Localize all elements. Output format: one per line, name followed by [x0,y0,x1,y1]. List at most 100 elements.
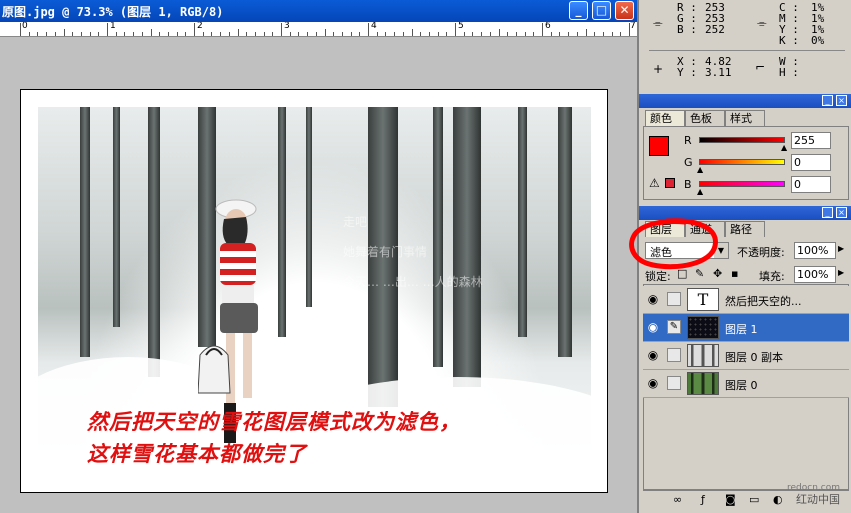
ruler-tick [28,32,30,36]
tab-paths[interactable]: 路径 [725,221,765,237]
ruler-tick [133,32,135,36]
ruler-tick [194,23,195,36]
photo-overlay-text: 走吧 她舞着有门事情 今天… …出… …人的森林 [343,207,483,297]
panel-minimize-button[interactable]: _ [822,207,833,218]
slider-handle-icon[interactable]: ▲ [781,143,787,152]
ruler-tick [629,23,630,36]
ruler-tick [124,32,126,36]
ruler-tick [420,32,422,36]
link-icon[interactable] [667,292,681,306]
panel-close-button[interactable]: × [836,207,847,218]
document-titlebar[interactable]: 原图.jpg @ 73.3% (图层 1, RGB/8) _ □ ✕ [0,0,637,22]
layer-name: 然后把天空的... [725,295,802,308]
ruler-label: 1 [110,22,116,31]
eye-icon[interactable]: ◉ [645,320,661,334]
caption-line: 这样雪花基本都做完了 [87,441,307,466]
layer-thumbnail [687,344,719,367]
lock-all-icon[interactable]: ▪ [731,267,738,280]
mask-icon[interactable]: ◙ [725,493,736,506]
minimize-button[interactable]: _ [569,1,588,20]
ruler-label: 7 [630,22,636,31]
link-icon[interactable] [667,376,681,390]
ruler-tick [176,32,178,36]
ruler-tick [455,23,456,36]
panel-close-button[interactable]: × [836,95,847,106]
selection-size-icon: ⌐ [755,60,766,74]
ruler-label: 2 [197,22,203,31]
ruler-tick [550,32,552,36]
ruler-tick [498,29,500,36]
ruler-tick [263,32,265,36]
eye-icon[interactable]: ◉ [645,348,661,362]
opacity-arrow-icon[interactable]: ▶ [838,244,844,253]
ruler-tick [159,32,161,36]
watermark-line: 红动中国 [796,493,840,506]
ruler-tick [63,29,65,36]
tab-styles[interactable]: 样式 [725,110,765,126]
ruler-tick [489,32,491,36]
opacity-input[interactable]: 100% [794,242,836,259]
ruler-tick [298,32,300,36]
gamut-color-swatch[interactable] [665,178,675,188]
layer-row[interactable]: ◉ T 然后把天空的... [643,286,849,314]
channel-r-slider[interactable] [699,137,785,143]
adjustment-icon[interactable]: ◐ [773,493,783,506]
layer-name: 图层 1 [725,323,758,336]
panel-minimize-button[interactable]: _ [822,95,833,106]
ruler-tick [228,32,230,36]
info-b-value: 252 [705,23,725,36]
ruler-label: 0 [22,22,28,31]
ruler-tick [533,32,535,36]
layer-row[interactable]: ◉ 图层 0 [643,370,849,398]
layer-row[interactable]: ◉ 图层 0 副本 [643,342,849,370]
ruler-tick [246,32,248,36]
ruler-tick [411,29,413,36]
right-panels: ⌯ R : 253 G : 253 B : 252 ⌯ C : 1% M : 1… [629,0,851,513]
channel-g-slider[interactable] [699,159,785,165]
eye-icon[interactable]: ◉ [645,376,661,390]
close-button[interactable]: ✕ [615,1,634,20]
ruler-tick [446,32,448,36]
channel-b-slider[interactable] [699,181,785,187]
caption-line: 然后把天空的雪花图层模式改为滤色， [87,409,461,434]
slider-handle-icon[interactable]: ▲ [697,187,703,196]
channel-r-input[interactable]: 255 [791,132,831,149]
maximize-button[interactable]: □ [592,1,611,20]
fill-arrow-icon[interactable]: ▶ [838,268,844,277]
ruler-tick [315,32,317,36]
ruler-tick [559,32,561,36]
brush-icon[interactable]: ✎ [667,320,681,334]
horizontal-ruler[interactable]: 0 1 2 3 4 5 6 7 [0,22,637,37]
ruler-tick [237,29,239,36]
ruler-tick [359,32,361,36]
color-panel-titlebar[interactable]: _ × [639,94,851,108]
fx-icon[interactable]: ƒ [701,493,705,506]
info-h-label: H : [779,66,799,79]
ruler-tick [472,32,474,36]
foreground-color-swatch[interactable] [649,136,669,156]
layer-row-selected[interactable]: ◉ ✎ 图层 1 [643,314,849,342]
ruler-tick [220,32,222,36]
channel-g-input[interactable]: 0 [791,154,831,171]
channel-b-input[interactable]: 0 [791,176,831,193]
slider-handle-icon[interactable]: ▲ [697,165,703,174]
channel-b-label: B [684,178,692,191]
tab-color[interactable]: 颜色 [645,110,685,126]
overlay-line: 今天… …出… …人的森林 [343,275,483,289]
gamut-warning-icon[interactable]: ⚠ [649,176,660,190]
eye-icon[interactable]: ◉ [645,292,661,306]
ruler-label: 3 [284,22,290,31]
link-icon[interactable]: ∞ [673,493,682,506]
layer-thumbnail [687,316,719,339]
fill-input[interactable]: 100% [794,266,836,283]
link-icon[interactable] [667,348,681,362]
ruler-label: 5 [458,22,464,31]
ruler-tick [272,32,274,36]
ruler-tick [167,32,169,36]
ruler-tick [333,32,335,36]
ruler-tick [80,32,82,36]
ruler-tick [594,32,596,36]
tab-swatches[interactable]: 色板 [685,110,725,126]
fill-label: 填充: [759,270,785,283]
folder-icon[interactable]: ▭ [749,493,759,506]
